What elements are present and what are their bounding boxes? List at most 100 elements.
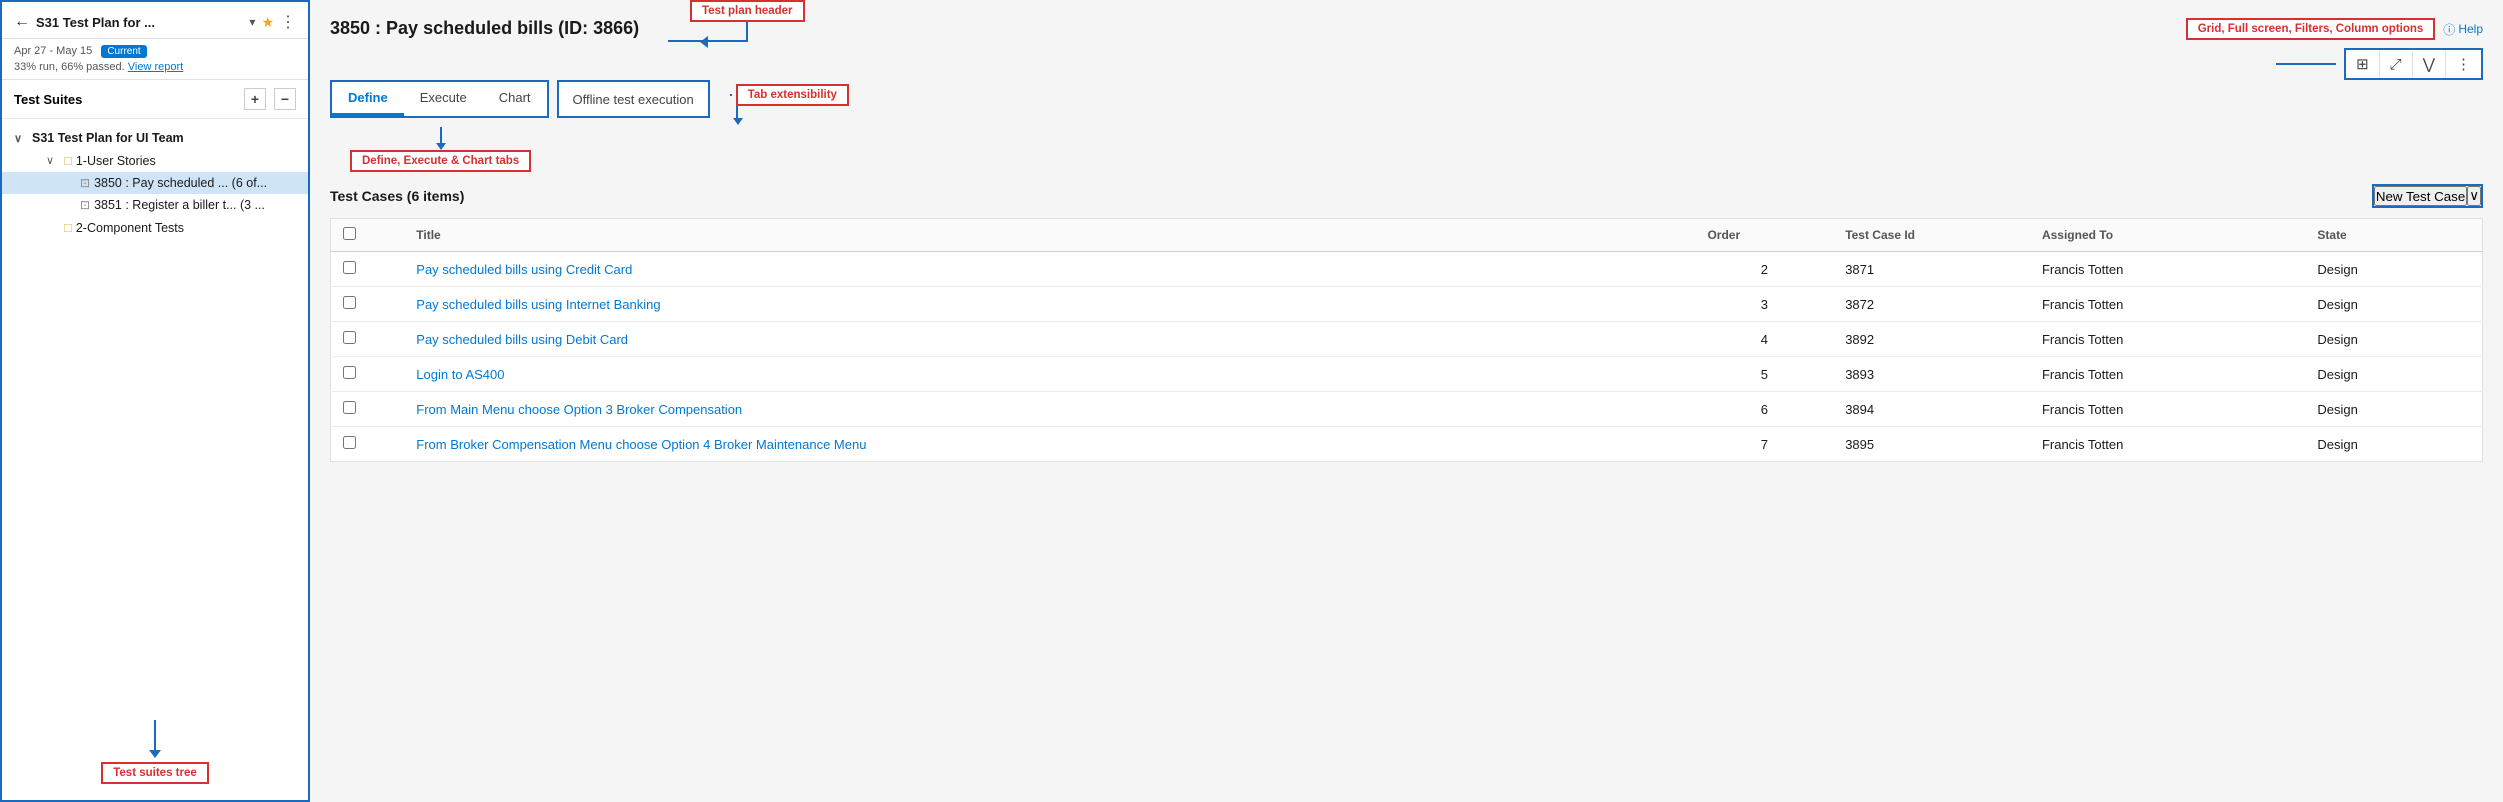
suite-icon: ⊡ [80,176,90,190]
collapse-suite-button[interactable]: − [274,88,296,110]
order-col-header: Order [1695,219,1833,252]
table-row: From Main Menu choose Option 3 Broker Co… [331,392,2483,427]
state-cell: Design [2305,287,2482,322]
test-suites-tree-annotation: Test suites tree [2,710,308,800]
assigned-to-cell: Francis Totten [2030,392,2305,427]
state-cell: Design [2305,427,2482,462]
title-col-header: Title [404,219,1695,252]
chevron-icon: ∨ [14,132,28,145]
new-test-case-button-group: New Test Case ∨ [2372,184,2483,208]
assigned-to-cell: Francis Totten [2030,287,2305,322]
test-case-id-col-header: Test Case Id [1833,219,2030,252]
sidebar-header: ← S31 Test Plan for ... ▾ ★ ⋮ [2,2,308,39]
new-test-case-dropdown-button[interactable]: ∨ [2467,186,2481,206]
sidebar-plan-title: S31 Test Plan for ... [36,15,243,30]
assigned-to-col-header: Assigned To [2030,219,2305,252]
chevron-down-icon[interactable]: ▾ [249,15,255,29]
view-report-link[interactable]: View report [128,61,183,73]
more-icon[interactable]: ⋮ [280,12,296,32]
suite-actions: + − [244,88,296,110]
state-col-header: State [2305,219,2482,252]
test-cases-header-row: Test Cases (6 items) New Test Case ∨ [330,184,2483,208]
table-row: Pay scheduled bills using Internet Banki… [331,287,2483,322]
test-case-id-cell: 3892 [1833,322,2030,357]
row-checkbox[interactable] [343,261,356,274]
test-suites-tree: ∨ S31 Test Plan for UI Team ∨ □ 1-User S… [2,119,308,710]
grid-view-button[interactable]: ⊞ [2346,50,2380,78]
test-case-id-cell: 3872 [1833,287,2030,322]
new-test-case-button[interactable]: New Test Case [2374,186,2467,206]
state-cell: Design [2305,392,2482,427]
tree-item-suite-3851[interactable]: ∨ ⊡ 3851 : Register a biller t... (3 ... [2,194,308,216]
state-cell: Design [2305,357,2482,392]
table-row: Pay scheduled bills using Credit Card 2 … [331,252,2483,287]
tab-offline-execution[interactable]: Offline test execution [559,82,708,116]
row-checkbox[interactable] [343,366,356,379]
order-cell: 4 [1695,322,1833,357]
tree-item-label: 3850 : Pay scheduled ... (6 of... [94,176,296,190]
progress-text: 33% run, 66% passed. View report [14,61,296,73]
fullscreen-button[interactable]: ⤢ [2380,51,2413,78]
test-suites-header: Test Suites + − [2,80,308,119]
annotation-test-suites-tree: Test suites tree [101,762,209,784]
annotation-test-plan-header: Test plan header [690,0,805,22]
plan-dates: Apr 27 - May 15 Current [14,45,296,58]
current-badge: Current [101,45,146,58]
sidebar: ← S31 Test Plan for ... ▾ ★ ⋮ Apr 27 - M… [0,0,310,802]
tree-item-component-tests[interactable]: ∨ □ 2-Component Tests [2,216,308,239]
row-checkbox[interactable] [343,296,356,309]
test-cases-table: Title Order Test Case Id Assigned To Sta… [330,218,2483,462]
assigned-to-cell: Francis Totten [2030,427,2305,462]
tree-item-label: S31 Test Plan for UI Team [32,131,296,145]
select-all-checkbox[interactable] [343,227,356,240]
test-case-id-cell: 3871 [1833,252,2030,287]
help-link[interactable]: ⓘ Help [2443,21,2483,38]
annotation-define-execute-chart: Define, Execute & Chart tabs [350,150,531,172]
tab-execute[interactable]: Execute [404,82,483,116]
assigned-to-cell: Francis Totten [2030,357,2305,392]
chevron-icon: ∨ [46,154,60,167]
tree-item-suite-3850[interactable]: ∨ ⊡ 3850 : Pay scheduled ... (6 of... [2,172,308,194]
row-checkbox[interactable] [343,331,356,344]
test-case-id-cell: 3893 [1833,357,2030,392]
select-all-col [331,219,405,252]
filter-button[interactable]: ⋁ [2413,50,2446,78]
column-options-button[interactable]: ⋮ [2446,50,2481,78]
suite-icon: ⊡ [80,198,90,212]
test-case-id-cell: 3895 [1833,427,2030,462]
plan-page-title: 3850 : Pay scheduled bills (ID: 3866) [330,18,639,39]
test-cases-title: Test Cases (6 items) [330,188,1351,204]
order-cell: 5 [1695,357,1833,392]
test-case-title-link[interactable]: From Main Menu choose Option 3 Broker Co… [416,402,742,417]
order-cell: 7 [1695,427,1833,462]
test-case-title-link[interactable]: Pay scheduled bills using Debit Card [416,332,628,347]
state-cell: Design [2305,322,2482,357]
star-icon[interactable]: ★ [261,14,274,31]
assigned-to-cell: Francis Totten [2030,322,2305,357]
assigned-to-cell: Francis Totten [2030,252,2305,287]
order-cell: 2 [1695,252,1833,287]
test-case-title-link[interactable]: Pay scheduled bills using Internet Banki… [416,297,660,312]
tree-item-root[interactable]: ∨ S31 Test Plan for UI Team [2,127,308,149]
tree-item-user-stories[interactable]: ∨ □ 1-User Stories [2,149,308,172]
tab-offline-group: Offline test execution [557,80,710,118]
back-icon[interactable]: ← [14,13,30,31]
tab-chart[interactable]: Chart [483,82,547,116]
row-checkbox[interactable] [343,401,356,414]
annotation-grid-toolbar: Grid, Full screen, Filters, Column optio… [2186,18,2436,40]
tab-define[interactable]: Define [332,82,404,116]
test-case-title-link[interactable]: Login to AS400 [416,367,504,382]
test-case-id-cell: 3894 [1833,392,2030,427]
tab-group: Define Execute Chart [330,80,549,118]
test-case-title-link[interactable]: Pay scheduled bills using Credit Card [416,262,632,277]
toolbar: ⊞ ⤢ ⋁ ⋮ [2344,48,2483,80]
tree-item-label: 1-User Stories [76,154,296,168]
help-icon: ⓘ [2443,21,2455,38]
table-header-row: Title Order Test Case Id Assigned To Sta… [331,219,2483,252]
main-panel: Test plan header 3850 : Pay scheduled bi… [310,0,2503,802]
sidebar-meta: Apr 27 - May 15 Current 33% run, 66% pas… [2,39,308,80]
folder-icon: □ [64,153,72,168]
add-suite-button[interactable]: + [244,88,266,110]
row-checkbox[interactable] [343,436,356,449]
test-case-title-link[interactable]: From Broker Compensation Menu choose Opt… [416,437,866,452]
